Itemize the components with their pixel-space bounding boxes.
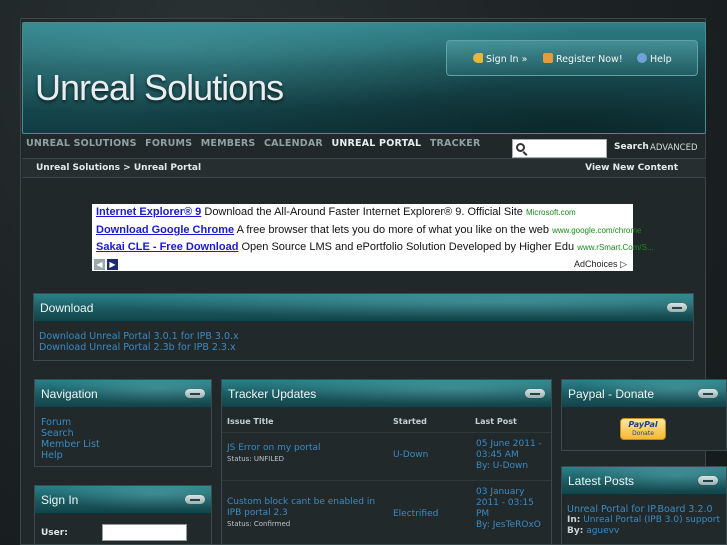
table-row[interactable]: Custom block cant be enabled in IPB port… [222, 480, 551, 544]
breadcrumb[interactable]: Unreal Solutions > Unreal Portal [36, 163, 201, 173]
ad-nav: ◀ ▶ [94, 259, 120, 270]
nav-item-unreal-portal[interactable]: UNREAL PORTAL [331, 138, 421, 149]
panel-title: Download [40, 301, 94, 315]
collapse-icon[interactable] [667, 303, 687, 312]
nav-link-member-list[interactable]: Member List [41, 439, 211, 450]
panel-header: Latest Posts [562, 467, 726, 495]
ad-row[interactable]: Internet Explorer® 9 Download the All-Ar… [96, 206, 576, 218]
latest-posts-panel: Latest Posts Unreal Portal for IP.Board … [561, 466, 727, 545]
ad-choices-link[interactable]: AdChoices ▷ [574, 259, 627, 270]
ad-banner: Internet Explorer® 9 Download the All-Ar… [92, 204, 654, 271]
panel-header: Paypal - Donate [562, 380, 726, 408]
nav-link-forum[interactable]: Forum [41, 417, 211, 428]
nav-item-forums[interactable]: FORUMS [145, 138, 192, 149]
table-row[interactable]: JS Error on my portal Status: UNFILED U-… [222, 432, 551, 480]
column-header: Last Post [475, 417, 517, 426]
ad-row[interactable]: Download Google Chrome A free browser th… [96, 224, 641, 236]
username-field[interactable] [102, 524, 187, 541]
site-logo[interactable]: Unreal Solutions [35, 67, 284, 109]
panel-title: Latest Posts [568, 474, 635, 488]
advanced-search-link[interactable]: ADVANCED [650, 143, 698, 153]
search-button[interactable]: Search [614, 142, 649, 152]
collapse-icon[interactable] [525, 389, 545, 398]
issue-title-link[interactable]: JS Error on my portal [227, 443, 321, 453]
nav-link-search[interactable]: Search [41, 428, 211, 439]
collapse-icon[interactable] [698, 476, 718, 485]
help-icon [637, 53, 647, 63]
chevron-right-icon[interactable]: ▶ [107, 259, 118, 270]
nav-item-tracker[interactable]: TRACKER [430, 138, 481, 149]
key-icon [473, 53, 483, 63]
search-icon [516, 143, 525, 152]
tracker-panel: Tracker Updates Issue Title Started Last… [221, 379, 552, 545]
download-panel: Download Download Unreal Portal 3.0.1 fo… [33, 293, 694, 361]
navigation-panel: Navigation Forum Search Member List Help [34, 379, 212, 467]
primary-nav: UNREAL SOLUTIONS FORUMS MEMBERS CALENDAR… [26, 138, 486, 152]
user-bar: Sign In » Register Now! Help [446, 40, 698, 76]
nav-link-help[interactable]: Help [41, 450, 211, 461]
sign-in-link[interactable]: Sign In » [473, 53, 527, 65]
panel-title: Sign In [41, 493, 79, 507]
tracker-table-header: Issue Title Started Last Post [222, 412, 551, 432]
panel-title: Tracker Updates [228, 387, 317, 401]
collapse-icon[interactable] [185, 495, 205, 504]
paypal-donate-button[interactable]: PayPal Donate [620, 418, 666, 440]
panel-title: Paypal - Donate [568, 387, 655, 401]
issue-status: Status: Confirmed [227, 520, 291, 528]
panel-header: Navigation [35, 380, 211, 408]
download-link[interactable]: Download Unreal Portal 3.0.1 for IPB 3.0… [39, 331, 693, 342]
issue-title-link[interactable]: Custom block cant be enabled in IPB port… [227, 497, 375, 518]
panel-header: Download [34, 294, 693, 322]
search-input[interactable] [512, 139, 607, 158]
issue-status: Status: UNFILED [227, 455, 285, 463]
register-link[interactable]: Register Now! [543, 53, 623, 65]
paypal-panel: Paypal - Donate PayPal Donate [561, 379, 727, 451]
ad-choices-icon: ▷ [620, 259, 627, 269]
latest-post-link[interactable]: Unreal Portal for IP.Board 3.2.0 [567, 504, 726, 515]
last-post-date[interactable]: 05 June 2011 - 03:45 AM [476, 439, 542, 460]
nav-item-calendar[interactable]: CALENDAR [264, 138, 323, 149]
last-post-date[interactable]: 03 January 2011 - 03:15 PM [476, 487, 534, 519]
started-by-link[interactable]: U-Down [393, 450, 428, 461]
panel-header: Sign In [35, 486, 211, 514]
nav-item-unreal-solutions[interactable]: UNREAL SOLUTIONS [26, 138, 137, 149]
sign-in-panel: Sign In User: [34, 485, 212, 545]
download-link[interactable]: Download Unreal Portal 2.3b for IPB 2.3.… [39, 342, 693, 353]
nav-item-members[interactable]: MEMBERS [201, 138, 256, 149]
panel-header: Tracker Updates [222, 380, 551, 408]
column-header: Started [393, 417, 427, 426]
help-link[interactable]: Help [637, 53, 672, 65]
latest-post-forum: In: Unreal Portal (IPB 3.0) support [567, 515, 721, 525]
started-by-link[interactable]: Electrified [393, 509, 438, 520]
collapse-icon[interactable] [698, 389, 718, 398]
collapse-icon[interactable] [185, 389, 205, 398]
user-label: User: [41, 528, 68, 538]
panel-title: Navigation [41, 387, 98, 401]
last-post-by[interactable]: By: JesTeROxO [476, 520, 541, 530]
ad-row[interactable]: Sakai CLE - Free Download Open Source LM… [96, 241, 654, 253]
view-new-content-link[interactable]: View New Content [585, 163, 678, 173]
site-header: Unreal Solutions Sign In » Register Now!… [22, 22, 706, 134]
register-icon [543, 53, 553, 63]
column-header: Issue Title [227, 417, 274, 426]
chevron-left-icon[interactable]: ◀ [94, 259, 105, 270]
breadcrumb-bar: Unreal Solutions > Unreal Portal View Ne… [22, 158, 706, 178]
last-post-by[interactable]: By: U-Down [476, 461, 528, 471]
latest-post-author: By: aguevv [567, 526, 620, 536]
